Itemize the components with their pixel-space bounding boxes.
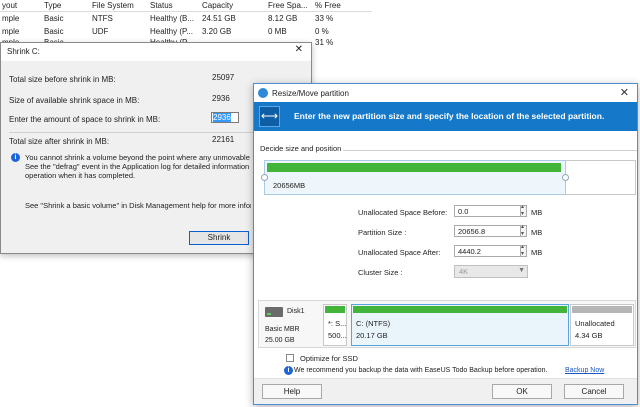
table-cell: mple — [2, 27, 20, 36]
disk-icon — [265, 307, 283, 317]
title-bar: Resize/Move partition ✕ — [254, 84, 637, 102]
partition-size: 500... — [328, 331, 347, 340]
easeus-app-icon — [258, 88, 268, 98]
partition-resize-track[interactable]: 20656MB — [264, 160, 566, 195]
note-line: See the "defrag" event in the Applicatio… — [25, 162, 251, 171]
unallocated-area — [566, 160, 636, 195]
partition-name: Unallocated — [575, 319, 615, 328]
unallocated-after-input[interactable]: 4440.2 — [454, 245, 521, 257]
partition-c[interactable]: C: (NTFS) 20.17 GB — [351, 304, 569, 346]
resize-move-dialog: Resize/Move partition ✕ ⟷ Enter the new … — [253, 83, 638, 405]
table-row[interactable]: mple Basic NTFS Healthy (B... 24.51 GB 8… — [0, 13, 372, 25]
partition-name: *: S... — [328, 319, 347, 328]
shrink-help-text: See "Shrink a basic volume" in Disk Mana… — [25, 201, 251, 210]
info-icon: i — [284, 366, 293, 375]
partition-bar — [353, 306, 567, 313]
backup-now-link[interactable]: Backup Now — [565, 367, 604, 374]
table-header: yout Type File System Status Capacity Fr… — [0, 0, 372, 12]
table-cell: 24.51 GB — [202, 14, 236, 23]
shrink-button[interactable]: Shrink — [189, 231, 249, 245]
partition-bar — [572, 306, 632, 313]
disk-map: Disk1 Basic MBR 25.00 GB *: S... 500... … — [258, 300, 636, 348]
column-header-percent-free[interactable]: % Free — [315, 1, 341, 10]
optimize-ssd-label: Optimize for SSD — [300, 354, 358, 363]
column-header-status[interactable]: Status — [150, 1, 173, 10]
shrink-amount-label: Enter the amount of space to shrink in M… — [9, 115, 161, 124]
unallocated-after-label: Unallocated Space After: — [358, 248, 441, 257]
resize-arrows-icon: ⟷ — [259, 106, 280, 127]
chevron-down-icon: ▼ — [518, 267, 525, 274]
partition-bar — [325, 306, 345, 313]
partition-system[interactable]: *: S... 500... — [323, 304, 347, 346]
partition-size-label: Partition Size : — [358, 228, 407, 237]
total-size-before-label: Total size before shrink in MB: — [9, 75, 116, 84]
column-header-capacity[interactable]: Capacity — [202, 1, 233, 10]
info-icon: i — [11, 153, 20, 162]
partition-name: C: (NTFS) — [356, 319, 391, 328]
shrink-amount-input[interactable]: 2936 — [211, 112, 239, 123]
table-cell: 33 % — [315, 14, 334, 23]
shrink-amount-value: 2936 — [213, 113, 231, 122]
column-header-type[interactable]: Type — [44, 1, 61, 10]
banner-text: Enter the new partition size and specify… — [294, 111, 605, 121]
column-header-layout[interactable]: yout — [2, 1, 17, 10]
partition-size-stepper[interactable] — [521, 223, 527, 237]
note-line: operation when it has completed. — [25, 171, 136, 180]
partition-bar[interactable] — [267, 163, 561, 172]
table-cell: 0 % — [315, 27, 329, 36]
disk-type: Basic MBR — [265, 326, 300, 333]
table-cell: 0 MB — [268, 27, 287, 36]
available-shrink-value: 2936 — [212, 94, 230, 103]
table-cell: 8.12 GB — [268, 14, 298, 23]
disk-name: Disk1 — [287, 308, 305, 315]
total-size-before-value: 25097 — [212, 73, 235, 82]
cancel-button[interactable]: Cancel — [564, 384, 624, 399]
cluster-size-value: 4K — [459, 267, 469, 276]
partition-size-input[interactable]: 20656.8 — [454, 225, 521, 237]
table-cell: Basic — [44, 14, 64, 23]
partition-size: 4.34 GB — [575, 331, 603, 340]
unallocated-after-stepper[interactable] — [521, 243, 527, 257]
cluster-size-select[interactable]: 4K ▼ — [454, 265, 528, 278]
unallocated-before-label: Unallocated Space Before: — [358, 208, 448, 217]
left-resize-handle[interactable] — [261, 174, 268, 181]
cluster-size-label: Cluster Size : — [358, 268, 403, 277]
unit-label: MB — [531, 228, 543, 237]
partition-size: 20.17 GB — [356, 331, 388, 340]
table-cell: mple — [2, 14, 20, 23]
partition-size-readout: 20656MB — [273, 181, 306, 190]
right-resize-handle[interactable] — [562, 174, 569, 181]
table-cell: UDF — [92, 27, 109, 36]
backup-recommendation: We recommend you backup the data with Ea… — [294, 367, 548, 374]
note-line: You cannot shrink a volume beyond the po… — [25, 153, 251, 162]
instruction-banner: ⟷ Enter the new partition size and speci… — [254, 102, 637, 131]
table-cell: Healthy (P... — [150, 27, 193, 36]
unallocated-before-stepper[interactable] — [521, 203, 527, 217]
table-cell: Healthy (B... — [150, 14, 195, 23]
unallocated-before-input[interactable]: 0.0 — [454, 205, 521, 217]
dialog-title: Resize/Move partition — [272, 89, 349, 98]
total-size-after-value: 22161 — [212, 135, 235, 144]
optimize-ssd-checkbox[interactable] — [286, 354, 294, 362]
table-cell: NTFS — [92, 14, 113, 23]
close-icon[interactable]: ✕ — [295, 44, 303, 55]
unit-label: MB — [531, 208, 543, 217]
ok-button[interactable]: OK — [492, 384, 552, 399]
table-cell: Basic — [44, 27, 64, 36]
close-icon[interactable]: ✕ — [620, 86, 629, 99]
available-shrink-label: Size of available shrink space in MB: — [9, 96, 140, 105]
total-size-after-label: Total size after shrink in MB: — [9, 137, 110, 146]
partition-unallocated[interactable]: Unallocated 4.34 GB — [570, 304, 634, 346]
table-cell: 3.20 GB — [202, 27, 232, 36]
disk-size: 25.00 GB — [265, 337, 295, 344]
dialog-title: Shrink C: — [7, 47, 40, 56]
table-cell: 31 % — [315, 38, 334, 47]
column-header-file-system[interactable]: File System — [92, 1, 134, 10]
column-header-free-space[interactable]: Free Spa... — [268, 1, 308, 10]
help-button[interactable]: Help — [262, 384, 322, 399]
unit-label: MB — [531, 248, 543, 257]
group-label: Decide size and position — [258, 144, 344, 153]
